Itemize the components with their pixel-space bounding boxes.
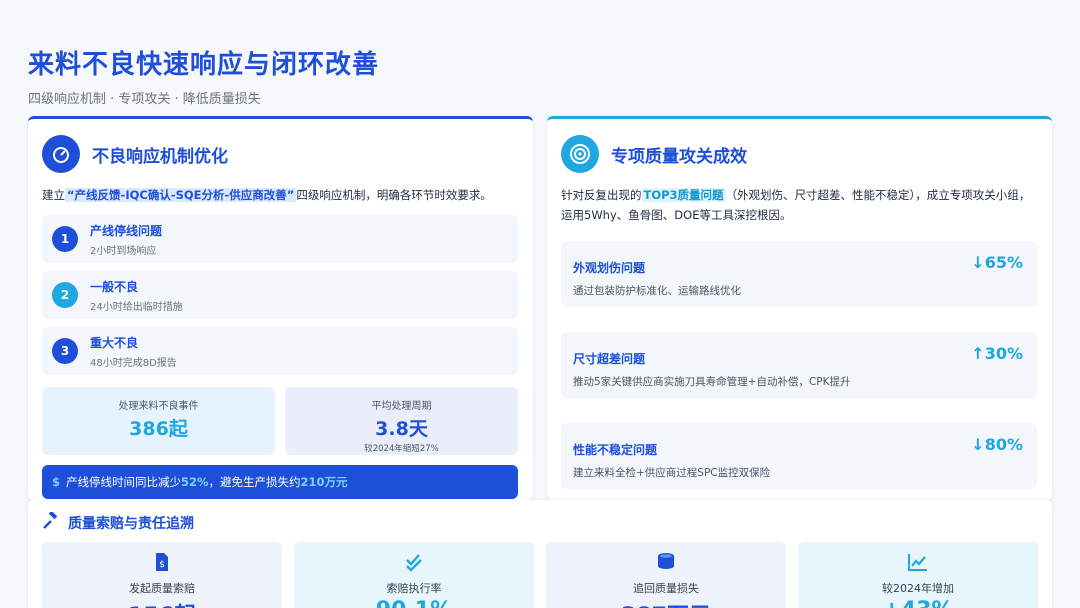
issue-desc: 推动5家关键供应商实施刀具寿命管理+自动补偿，CPK提升	[573, 376, 851, 388]
kpi-value: +43%	[798, 598, 1038, 608]
quality-claim-title: 质量索赔与责任追溯	[68, 516, 194, 532]
loss-saving-banner: $ 产线停线时间同比减少 52% ，避免生产损失约 210万元	[42, 465, 518, 499]
issue-title: 尺寸超差问题	[573, 352, 646, 366]
kpi-label: 追回质量损失	[633, 582, 699, 595]
step-subtitle: 24小时给出临时措施	[90, 301, 183, 313]
stat-label: 处理来料不良事件	[118, 401, 199, 412]
kpi-label: 较2024年增加	[882, 582, 954, 595]
step-number: 1	[52, 226, 78, 252]
step-title: 一般不良	[90, 279, 139, 294]
issue-change: ↑30%	[971, 344, 1023, 363]
response-mechanism-title: 不良响应机制优化	[92, 146, 228, 167]
issue-change: ↓65%	[971, 253, 1023, 272]
stat-note: 较2024年缩短27%	[364, 444, 439, 454]
kpi-value: 156起	[42, 598, 282, 608]
response-mechanism-header: 不良响应机制优化	[42, 135, 228, 173]
step-item-2: 2 一般不良 24小时给出临时措施	[42, 271, 518, 319]
step-title: 产线停线问题	[90, 223, 163, 238]
quality-claim-card: 质量索赔与责任追溯 $ 发起质量索赔 156起 索赔执行率 90.1% 追回质量…	[28, 500, 1052, 608]
stat-value: 3.8天	[375, 418, 428, 440]
stat-value: 386起	[129, 418, 188, 440]
issue-item-scratch: 外观划伤问题 通过包装防护标准化、运输路线优化 ↓65%	[561, 241, 1037, 307]
kpi-recovered-loss: 追回质量损失 387万元	[546, 542, 786, 608]
quality-project-card: 专项质量攻关成效 针对反复出现的 TOP3质量问题 （外观划伤、尺寸超差、性能不稳定…	[547, 116, 1052, 500]
kpi-claim-execution-rate: 索赔执行率 90.1%	[294, 542, 534, 608]
step-subtitle: 48小时完成8D报告	[90, 357, 177, 369]
step-subtitle: 2小时到场响应	[90, 245, 157, 257]
issue-desc: 建立来料全检+供应商过程SPC监控双保险	[573, 467, 771, 479]
kpi-claims-initiated: $ 发起质量索赔 156起	[42, 542, 282, 608]
quality-project-desc: 针对反复出现的 TOP3质量问题 （外观划伤、尺寸超差、性能不稳定），成立专项攻关小…	[561, 188, 1031, 222]
invoice-dollar-icon: $	[42, 552, 282, 574]
gavel-icon	[42, 510, 60, 534]
kpi-label: 发起质量索赔	[129, 582, 195, 595]
page-subtitle: 四级响应机制 · 专项攻关 · 降低质量损失	[28, 92, 261, 107]
step-number: 2	[52, 282, 78, 308]
stat-label: 平均处理周期	[371, 401, 432, 412]
step-item-3: 3 重大不良 48小时完成8D报告	[42, 327, 518, 375]
step-number: 3	[52, 338, 78, 364]
gauge-icon	[42, 135, 80, 173]
page-title: 来料不良快速响应与闭环改善	[28, 50, 380, 80]
target-icon	[561, 135, 599, 173]
kpi-value: 387万元	[546, 598, 786, 608]
issue-item-dimension: 尺寸超差问题 推动5家关键供应商实施刀具寿命管理+自动补偿，CPK提升 ↑30%	[561, 332, 1037, 398]
response-mechanism-card: 不良响应机制优化 建立 “产线反馈-IQC确认-SQE分析-供应商改善” 四级响应机…	[28, 116, 533, 500]
issue-desc: 通过包装防护标准化、运输路线优化	[573, 285, 741, 297]
response-mechanism-desc: 建立 “产线反馈-IQC确认-SQE分析-供应商改善” 四级响应机制，明确各环节时效…	[42, 188, 492, 202]
issue-item-performance: 性能不稳定问题 建立来料全检+供应商过程SPC监控双保险 ↓80%	[561, 423, 1037, 489]
kpi-increase-vs-2024: 较2024年增加 +43%	[798, 542, 1038, 608]
check-double-icon	[294, 552, 534, 574]
chart-line-icon	[798, 552, 1038, 574]
svg-text:$: $	[159, 560, 165, 570]
step-item-1: 1 产线停线问题 2小时到场响应	[42, 215, 518, 263]
coins-icon	[546, 552, 786, 574]
issue-change: ↓80%	[971, 435, 1023, 454]
quality-project-title: 专项质量攻关成效	[611, 146, 747, 167]
kpi-value: 90.1%	[294, 598, 534, 608]
issue-title: 外观划伤问题	[573, 261, 646, 275]
issue-title: 性能不稳定问题	[573, 443, 658, 457]
stat-avg-cycle: 平均处理周期 3.8天 较2024年缩短27%	[285, 387, 518, 455]
quality-project-header: 专项质量攻关成效	[561, 135, 747, 173]
kpi-label: 索赔执行率	[386, 582, 442, 595]
quality-claim-header: 质量索赔与责任追溯	[42, 510, 194, 534]
dollar-icon: $	[52, 475, 61, 489]
step-title: 重大不良	[90, 335, 139, 350]
stat-defect-events: 处理来料不良事件 386起	[42, 387, 275, 455]
